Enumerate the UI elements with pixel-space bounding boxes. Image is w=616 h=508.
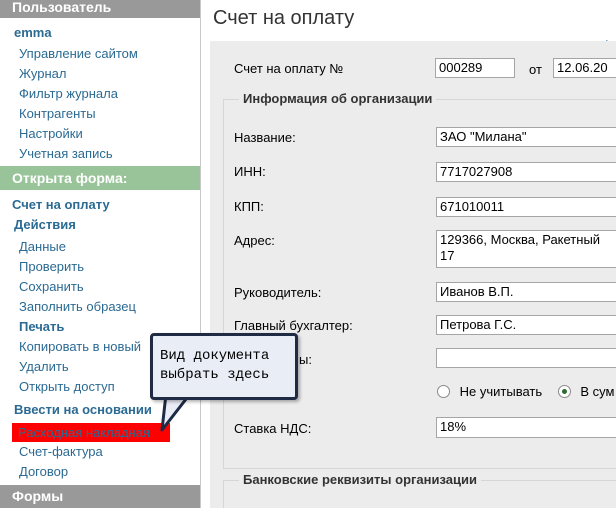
vat-rate-label: Ставка НДС: [234,421,312,436]
inn-label: ИНН: [234,164,266,179]
name-input[interactable]: ЗАО "Милана" [436,127,616,147]
address-line-2: 17 [440,248,455,263]
address-label: Адрес: [234,233,275,248]
sidebar-item-expense-invoice[interactable]: Расходная накладная [18,424,150,442]
head-label: Руководитель: [234,285,322,300]
callout-annotation: Вид документа выбрать здесь [150,333,298,400]
sidebar-item-save[interactable]: Сохранить [19,278,84,296]
sidebar-item-check[interactable]: Проверить [19,258,84,276]
sidebar-item-journal-filter[interactable]: Фильтр журнала [19,85,118,103]
accountant-input[interactable]: Петрова Г.С. [436,315,616,335]
sidebar-item-tax-invoice[interactable]: Счет-фактура [19,443,103,461]
main-content: Счет на оплату + Счет на оплату № 000289… [201,0,616,508]
inn-input[interactable]: 7717027908 [436,162,616,182]
vat-none-radio[interactable] [437,385,450,398]
callout-text: Вид документа выбрать здесь [160,347,298,385]
org-info-title: Информация об организации [239,91,437,107]
invoice-date-label: от [529,62,542,77]
sidebar-item-data[interactable]: Данные [19,238,66,256]
sidebar-item-fill-sample[interactable]: Заполнить образец [19,298,136,316]
head-input[interactable]: Иванов В.П. [436,282,616,302]
sidebar-header-forms[interactable]: Формы [0,485,200,508]
kpp-label: КПП: [234,199,264,214]
invoice-date-input[interactable]: 12.06.20 [553,58,616,78]
hidden-field-input[interactable] [436,348,616,368]
hidden-field-label: ы: [299,352,312,367]
sidebar-item-contractors[interactable]: Контрагенты [19,105,96,123]
sidebar-item-copy-new[interactable]: Копировать в новый [19,338,141,356]
sidebar-item-site-admin[interactable]: Управление сайтом [19,45,138,63]
callout-line-1: Вид документа [160,348,270,364]
callout-line-2: выбрать здесь [160,367,270,383]
sidebar-item-contract[interactable]: Договор [19,463,68,481]
sidebar-header-open-form: Открыта форма: [0,166,200,190]
sidebar-item-open-access[interactable]: Открыть доступ [19,378,115,396]
kpp-input[interactable]: 671010011 [436,197,616,217]
vat-none-label: Не учитывать [459,384,543,399]
page-title: Счет на оплату [213,7,355,29]
sidebar-item-account[interactable]: Учетная запись [19,145,113,163]
invoice-number-input[interactable]: 000289 [435,58,515,78]
address-line-1: 129366, Москва, Ракетный [440,232,601,247]
sidebar-item-print[interactable]: Печать [19,318,64,336]
vat-rate-select[interactable]: 18% [436,417,616,438]
sidebar-based-on-title: Ввести на основании [14,402,152,417]
callout-pointer [160,394,192,432]
sidebar-item-journal[interactable]: Журнал [19,65,66,83]
vat-included-radio[interactable] [557,385,571,398]
sidebar-item-settings[interactable]: Настройки [19,125,83,143]
address-input[interactable]: 129366, Москва, Ракетный 17 [436,230,616,268]
sidebar-actions-title: Действия [14,217,76,232]
sidebar-header-user: Пользователь [0,0,200,18]
sidebar-item-delete[interactable]: Удалить [19,358,69,376]
sidebar-open-form-name[interactable]: Счет на оплату [12,196,110,214]
accountant-label: Главный бухгалтер: [234,318,353,333]
name-label: Название: [234,130,296,145]
vat-mode-radios: Не учитывать В сум [437,384,614,399]
sidebar-username[interactable]: emma [14,24,52,42]
invoice-number-label: Счет на оплату № [234,61,344,76]
vat-included-label: В сум [580,384,615,399]
bank-info-title: Банковские реквизиты организации [239,472,481,488]
